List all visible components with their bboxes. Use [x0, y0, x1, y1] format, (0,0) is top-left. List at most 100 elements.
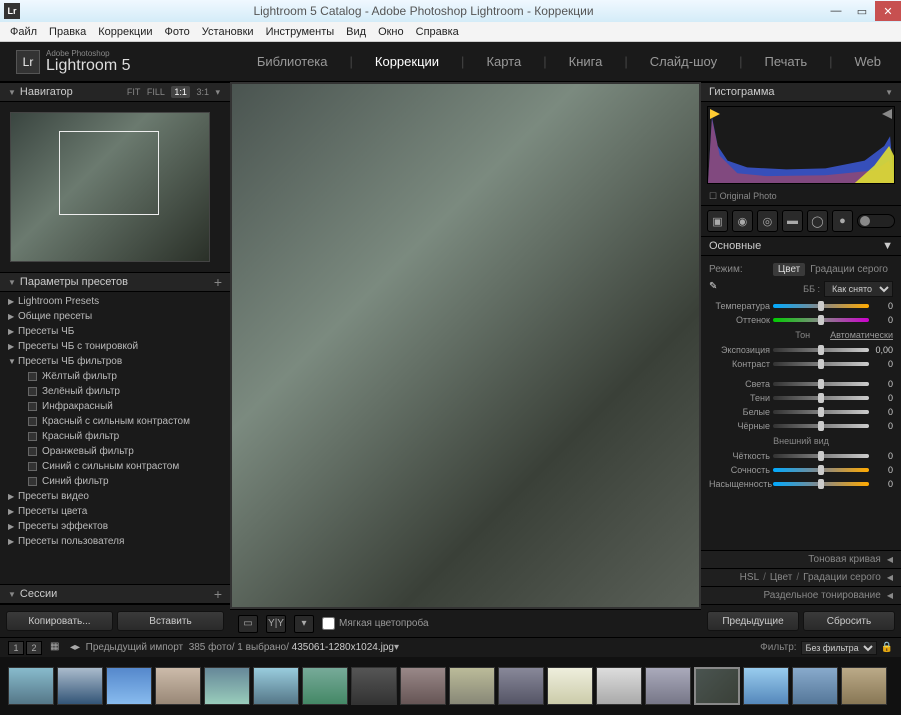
shadow-clip-icon[interactable]	[710, 109, 720, 119]
loupe-view-button[interactable]: ▭	[238, 615, 258, 633]
module-slideshow[interactable]: Слайд-шоу	[646, 52, 721, 71]
zoom-fit[interactable]: FIT	[127, 87, 141, 97]
menu-photo[interactable]: Фото	[159, 24, 196, 40]
paste-button[interactable]: Вставить	[117, 611, 224, 631]
navigator-image[interactable]	[10, 112, 210, 262]
tint-slider[interactable]	[773, 318, 869, 322]
vibrance-slider[interactable]	[773, 468, 869, 472]
filmstrip-thumb[interactable]	[57, 667, 103, 705]
add-session-icon[interactable]: +	[214, 586, 222, 602]
zoom-1-1[interactable]: 1:1	[171, 86, 190, 98]
filmstrip-thumb[interactable]	[645, 667, 691, 705]
zoom-3-1[interactable]: 3:1	[196, 87, 209, 97]
screen-2-button[interactable]: 2	[26, 641, 42, 655]
redeye-tool[interactable]: ◎	[757, 210, 778, 232]
saturation-slider[interactable]	[773, 482, 869, 486]
module-map[interactable]: Карта	[482, 52, 525, 71]
previous-button[interactable]: Предыдущие	[707, 611, 799, 631]
menu-settings[interactable]: Установки	[196, 24, 260, 40]
menu-develop[interactable]: Коррекции	[92, 24, 158, 40]
whites-slider[interactable]	[773, 410, 869, 414]
menu-tools[interactable]: Инструменты	[260, 24, 341, 40]
filmstrip-thumb[interactable]	[596, 667, 642, 705]
soft-proof-checkbox[interactable]	[322, 617, 335, 630]
filter-lock-icon[interactable]: 🔒	[881, 642, 893, 653]
blacks-slider[interactable]	[773, 424, 869, 428]
highlight-clip-icon[interactable]	[882, 109, 892, 119]
whites-value[interactable]: 0	[869, 407, 893, 417]
crop-tool[interactable]: ▣	[707, 210, 728, 232]
grid-view-icon[interactable]: ▦	[50, 641, 64, 655]
vibrance-value[interactable]: 0	[869, 465, 893, 475]
filmstrip-thumb[interactable]	[155, 667, 201, 705]
highlights-value[interactable]: 0	[869, 379, 893, 389]
preset-folder[interactable]: ▶Пресеты видео	[0, 489, 230, 504]
preset-folder[interactable]: ▶Пресеты ЧБ с тонировкой	[0, 339, 230, 354]
filmstrip-thumb[interactable]	[400, 667, 446, 705]
navigator-frame[interactable]	[59, 131, 159, 215]
filmstrip-thumb[interactable]	[547, 667, 593, 705]
wb-dropper-icon[interactable]: ✎	[709, 281, 725, 297]
filmstrip-thumb[interactable]	[449, 667, 495, 705]
saturation-value[interactable]: 0	[869, 479, 893, 489]
tint-value[interactable]: 0	[869, 315, 893, 325]
menu-help[interactable]: Справка	[410, 24, 465, 40]
preset-folder[interactable]: ▶Пресеты ЧБ	[0, 324, 230, 339]
filmstrip-thumb[interactable]	[204, 667, 250, 705]
module-book[interactable]: Книга	[565, 52, 607, 71]
screen-1-button[interactable]: 1	[8, 641, 24, 655]
before-after-menu-icon[interactable]: ▾	[294, 615, 314, 633]
histogram-header[interactable]: Гистограмма ▼	[701, 82, 901, 102]
navigator-preview[interactable]	[0, 102, 230, 272]
exposure-value[interactable]: 0,00	[869, 345, 893, 355]
module-web[interactable]: Web	[851, 52, 886, 71]
preset-item[interactable]: Жёлтый фильтр	[0, 369, 230, 384]
menu-view[interactable]: Вид	[340, 24, 372, 40]
preset-folder[interactable]: ▶Пресеты пользователя	[0, 534, 230, 549]
module-develop[interactable]: Коррекции	[371, 52, 443, 71]
shadows-value[interactable]: 0	[869, 393, 893, 403]
filmstrip-thumb[interactable]	[253, 667, 299, 705]
clarity-value[interactable]: 0	[869, 451, 893, 461]
preset-item[interactable]: Красный с сильным контрастом	[0, 414, 230, 429]
reset-button[interactable]: Сбросить	[803, 611, 895, 631]
preset-item[interactable]: Синий фильтр	[0, 474, 230, 489]
filmstrip-thumb[interactable]	[841, 667, 887, 705]
gradient-tool[interactable]: ▬	[782, 210, 803, 232]
shadows-slider[interactable]	[773, 396, 869, 400]
preset-folder[interactable]: ▶Общие пресеты	[0, 309, 230, 324]
contrast-slider[interactable]	[773, 362, 869, 366]
temp-slider[interactable]	[773, 304, 869, 308]
preset-folder[interactable]: ▶Lightroom Presets	[0, 294, 230, 309]
soft-proof-toggle[interactable]: Мягкая цветопроба	[322, 617, 429, 630]
menu-window[interactable]: Окно	[372, 24, 410, 40]
brush-tool[interactable]: ●	[832, 210, 853, 232]
close-button[interactable]: ✕	[875, 1, 901, 21]
temp-value[interactable]: 0	[869, 301, 893, 311]
menu-edit[interactable]: Правка	[43, 24, 92, 40]
filmstrip-thumb[interactable]	[498, 667, 544, 705]
main-image[interactable]	[232, 84, 699, 607]
filmstrip[interactable]	[0, 657, 901, 715]
zoom-more-icon[interactable]: ▾	[215, 87, 220, 97]
minimize-button[interactable]: —	[823, 1, 849, 21]
menu-file[interactable]: Файл	[4, 24, 43, 40]
filmstrip-thumb[interactable]	[792, 667, 838, 705]
add-preset-icon[interactable]: +	[214, 274, 222, 290]
blacks-value[interactable]: 0	[869, 421, 893, 431]
spot-tool[interactable]: ◉	[732, 210, 753, 232]
preset-item[interactable]: Инфракрасный	[0, 399, 230, 414]
tone-curve-panel-header[interactable]: Тоновая кривая◀	[701, 550, 901, 568]
treatment-gray[interactable]: Градации серого	[805, 263, 893, 276]
auto-tone-button[interactable]: Автоматически	[830, 330, 893, 340]
breadcrumb[interactable]: Предыдущий импорт	[86, 642, 184, 653]
tool-switch[interactable]	[857, 214, 895, 228]
preset-item[interactable]: Синий с сильным контрастом	[0, 459, 230, 474]
sessions-header[interactable]: ▼ Сессии +	[0, 584, 230, 604]
module-library[interactable]: Библиотека	[253, 52, 332, 71]
exposure-slider[interactable]	[773, 348, 869, 352]
filmstrip-thumb[interactable]	[351, 667, 397, 705]
treatment-color[interactable]: Цвет	[773, 263, 805, 276]
histogram-chart[interactable]	[707, 106, 895, 184]
preset-folder[interactable]: ▼Пресеты ЧБ фильтров	[0, 354, 230, 369]
